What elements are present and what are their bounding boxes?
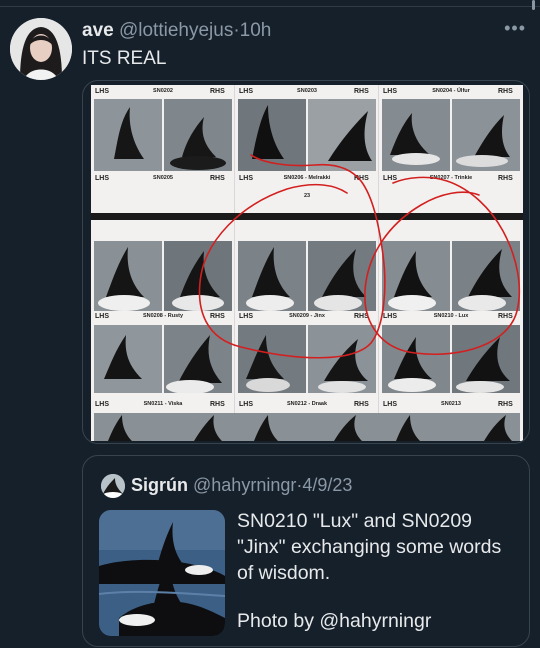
orca-id-label: SN0205: [153, 175, 173, 181]
timestamp[interactable]: 10h: [240, 20, 272, 41]
quoted-header: Sigrún @hahyrningr·4/9/23: [131, 475, 352, 496]
fin-photo: [382, 325, 520, 393]
orca-id-label: SN0211 - Viska: [143, 401, 183, 407]
side-label: RHS: [210, 313, 225, 320]
side-label: LHS: [239, 175, 253, 182]
side-label: RHS: [354, 401, 369, 408]
fin-photo: [382, 241, 520, 311]
tweet-text: ITS REAL: [82, 48, 167, 69]
side-label: RHS: [354, 88, 369, 95]
page-divider-bar: [91, 213, 523, 220]
orca-id-sheet: LHS SN0202 RHS LHS SN0203 RHS LHS SN0204…: [91, 85, 523, 441]
orca-id-label: SN0208 - Rusty: [142, 313, 184, 319]
orca-id-label: SN0202: [153, 88, 173, 94]
side-label: LHS: [383, 401, 397, 408]
side-label: RHS: [498, 313, 513, 320]
orca-id-label: SN0213: [441, 401, 461, 407]
quoted-user-handle[interactable]: @hahyrningr: [193, 475, 296, 495]
tweet-header: ave @lottiehyejus·10h: [82, 20, 271, 42]
side-label: LHS: [239, 88, 253, 95]
quoted-date[interactable]: 4/9/23: [302, 475, 352, 495]
orca-id-label: SN0206 - Melrakki: [283, 175, 331, 181]
side-label: LHS: [95, 88, 109, 95]
fin-photo: [238, 241, 376, 311]
side-label: RHS: [210, 401, 225, 408]
fin-photo: [382, 99, 520, 171]
side-label: LHS: [383, 175, 397, 182]
profile-photo: [10, 18, 72, 80]
orca-photo: [99, 510, 225, 636]
orca-id-label: SN0204 - Úlfur: [432, 88, 470, 94]
avatar[interactable]: [10, 18, 72, 80]
tweet-media[interactable]: LHS SN0202 RHS LHS SN0203 RHS LHS SN0204…: [82, 80, 530, 444]
fin-photo: [94, 99, 232, 171]
orca-id-label: SN0210 - Lux: [433, 313, 469, 319]
column-divider: [378, 85, 379, 441]
orca-id-label: SN0203: [297, 88, 317, 94]
side-label: RHS: [498, 88, 513, 95]
more-horizontal-icon[interactable]: •••: [504, 18, 526, 39]
fin-photo-row-partial: [94, 413, 520, 441]
side-label: LHS: [95, 313, 109, 320]
top-divider: [0, 0, 540, 7]
side-label: LHS: [239, 313, 253, 320]
user-handle[interactable]: @lottiehyejus: [119, 20, 233, 41]
quoted-photo-credit: Photo by @hahyrningr: [237, 610, 432, 632]
orca-id-sublabel: 23: [303, 193, 311, 199]
side-label: RHS: [498, 175, 513, 182]
side-label: LHS: [383, 88, 397, 95]
side-label: RHS: [498, 401, 513, 408]
fin-photo: [238, 99, 376, 171]
quoted-display-name[interactable]: Sigrún: [131, 475, 188, 495]
quoted-avatar[interactable]: [101, 474, 125, 498]
side-label: LHS: [239, 401, 253, 408]
fin-photo: [94, 325, 232, 393]
side-label: RHS: [210, 175, 225, 182]
scrollbar[interactable]: [532, 0, 535, 10]
display-name[interactable]: ave: [82, 20, 114, 41]
orca-id-label: SN0209 - Jinx: [289, 313, 325, 319]
side-label: RHS: [354, 175, 369, 182]
quoted-media-thumbnail[interactable]: [99, 510, 225, 636]
side-label: LHS: [95, 401, 109, 408]
side-label: LHS: [383, 313, 397, 320]
side-label: RHS: [354, 313, 369, 320]
orca-id-label: SN0212 - Draak: [286, 401, 328, 407]
side-label: LHS: [95, 175, 109, 182]
quoted-tweet-text: SN0210 "Lux" and SN0209 "Jinx" exchangin…: [237, 510, 502, 584]
fin-photo: [94, 241, 232, 311]
fin-photo: [238, 325, 376, 393]
quoted-tweet[interactable]: Sigrún @hahyrningr·4/9/23 SN0210 "Lux" a…: [82, 455, 530, 647]
column-divider: [234, 85, 235, 441]
side-label: RHS: [210, 88, 225, 95]
orca-id-label: SN0207 - Trinkie: [429, 175, 473, 181]
quoted-profile-photo: [101, 474, 125, 498]
